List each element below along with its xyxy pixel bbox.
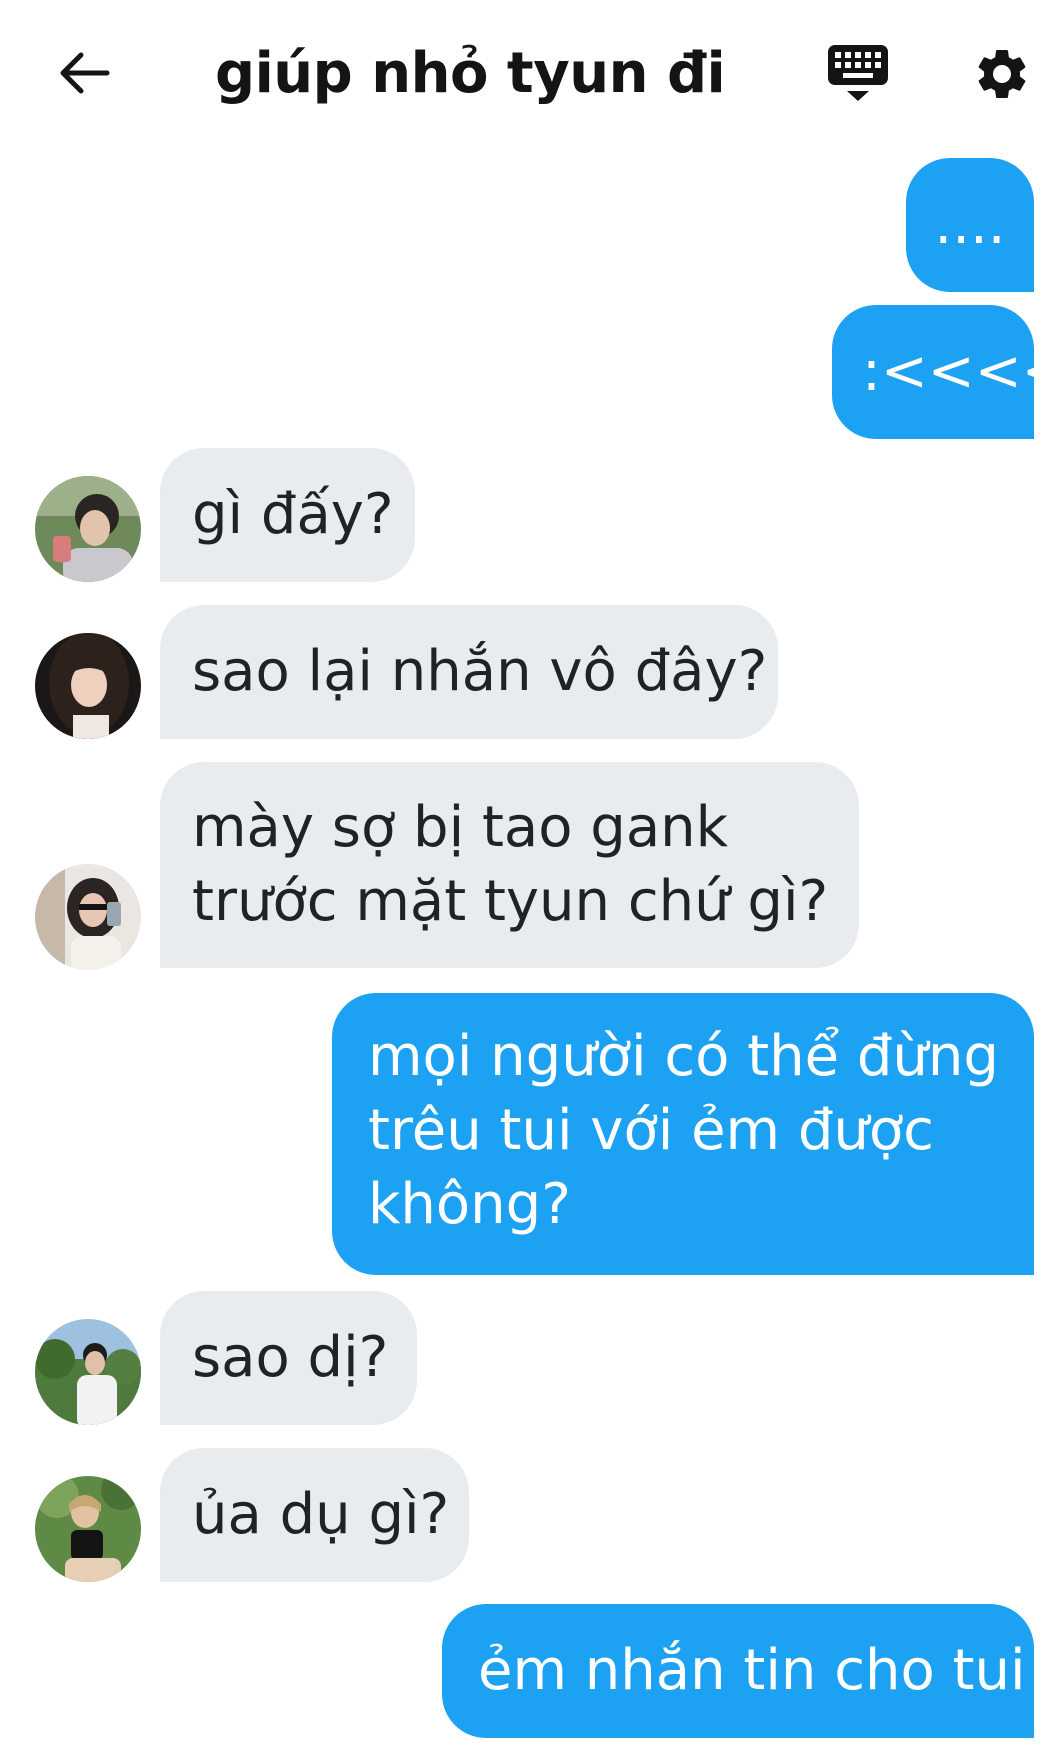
message-bubble-outgoing[interactable]: :<<<< bbox=[832, 305, 1061, 439]
keyboard-button[interactable] bbox=[820, 38, 896, 114]
message-text: ủa dụ gì? bbox=[192, 1482, 450, 1547]
message-text: sao dị? bbox=[192, 1325, 389, 1390]
avatar[interactable] bbox=[35, 1476, 141, 1582]
message-bubble-outgoing[interactable]: .... bbox=[906, 158, 1034, 292]
arrow-left-icon bbox=[59, 51, 111, 99]
message-line: mọi người có thể đừng bbox=[368, 1024, 999, 1089]
message-line: trước mặt tyun chứ gì? bbox=[192, 869, 829, 934]
chat-title: giúp nhỏ tyun đi bbox=[215, 41, 726, 106]
message-bubble-incoming[interactable]: sao lại nhắn vô đây? bbox=[160, 605, 778, 739]
keyboard-icon bbox=[827, 43, 889, 109]
message-bubble-incoming[interactable]: gì đấy? bbox=[160, 448, 415, 582]
avatar[interactable] bbox=[35, 864, 141, 970]
message-text: sao lại nhắn vô đây? bbox=[192, 639, 768, 704]
message-bubble-incoming[interactable]: mày sợ bị tao gank trước mặt tyun chứ gì… bbox=[160, 762, 859, 968]
avatar[interactable] bbox=[35, 1319, 141, 1425]
message-line: trêu tui với ẻm được bbox=[368, 1098, 934, 1163]
chat-header: giúp nhỏ tyun đi bbox=[0, 0, 1061, 150]
message-bubble-incoming[interactable]: sao dị? bbox=[160, 1291, 417, 1425]
avatar[interactable] bbox=[35, 633, 141, 739]
message-text: :<<<< bbox=[862, 339, 1061, 404]
message-text: gì đấy? bbox=[192, 482, 394, 547]
avatar[interactable] bbox=[35, 476, 141, 582]
settings-button[interactable] bbox=[964, 38, 1040, 114]
gear-icon bbox=[972, 44, 1032, 108]
message-text: .... bbox=[934, 192, 1006, 257]
message-line: mày sợ bị tao gank bbox=[192, 795, 729, 860]
message-bubble-incoming[interactable]: ủa dụ gì? bbox=[160, 1448, 469, 1582]
message-line: không? bbox=[368, 1172, 571, 1237]
message-bubble-outgoing[interactable]: mọi người có thể đừng trêu tui với ẻm đư… bbox=[332, 993, 1034, 1275]
back-button[interactable] bbox=[50, 40, 120, 110]
message-bubble-outgoing[interactable]: ẻm nhắn tin cho tui bbox=[442, 1604, 1034, 1738]
message-text: ẻm nhắn tin cho tui bbox=[478, 1638, 1026, 1703]
